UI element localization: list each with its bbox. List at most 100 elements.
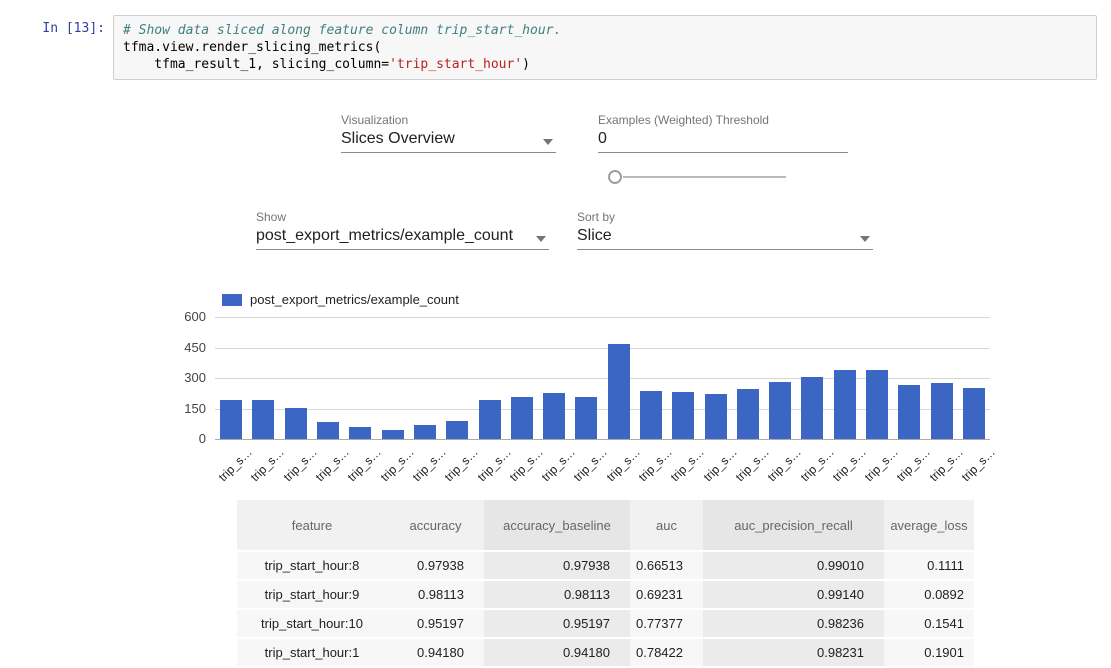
cell-prompt: In [13]: <box>0 21 105 36</box>
threshold-input[interactable]: 0 <box>598 130 848 153</box>
bar-4[interactable] <box>349 427 371 439</box>
y-tick-label: 300 <box>184 370 206 385</box>
x-slot: trip_s… <box>473 442 505 482</box>
bar-slot <box>570 397 602 439</box>
bar-slot <box>926 383 958 439</box>
bar-18[interactable] <box>801 377 823 439</box>
bar-14[interactable] <box>672 392 694 439</box>
metric-cell: 0.99140 <box>703 581 884 608</box>
bar-16[interactable] <box>737 389 759 439</box>
bar-slot <box>215 400 247 439</box>
table-row: trip_start_hour:80.979380.979380.665130.… <box>237 552 974 579</box>
x-slot: trip_s… <box>376 442 408 482</box>
x-slot: trip_s… <box>958 442 990 482</box>
chevron-down-icon <box>536 236 546 242</box>
feature-cell: trip_start_hour:9 <box>237 581 387 608</box>
bar-slot <box>376 430 408 439</box>
code-cell[interactable]: # Show data sliced along feature column … <box>113 15 1097 80</box>
bar-15[interactable] <box>705 394 727 439</box>
bar-5[interactable] <box>382 430 404 439</box>
metric-cell: 0.66513 <box>630 552 703 579</box>
column-header-auc_precision_recall[interactable]: auc_precision_recall <box>703 500 884 550</box>
bar-slot <box>699 394 731 439</box>
x-slot: trip_s… <box>247 442 279 482</box>
x-slot: trip_s… <box>603 442 635 482</box>
metric-cell: 0.1111 <box>884 552 974 579</box>
show-dropdown[interactable]: post_export_metrics/example_count <box>256 227 549 250</box>
x-slot: trip_s… <box>506 442 538 482</box>
bar-19[interactable] <box>834 370 856 439</box>
y-tick-label: 0 <box>199 431 206 446</box>
bar-0[interactable] <box>220 400 242 439</box>
bar-6[interactable] <box>414 425 436 439</box>
bar-8[interactable] <box>479 400 501 439</box>
metric-cell: 0.98113 <box>387 581 484 608</box>
bar-20[interactable] <box>866 370 888 439</box>
plot-area <box>215 317 990 439</box>
x-slot: trip_s… <box>280 442 312 482</box>
column-header-accuracy[interactable]: accuracy <box>387 500 484 550</box>
bar-9[interactable] <box>511 397 533 439</box>
metric-cell: 0.98113 <box>484 581 630 608</box>
x-slot: trip_s… <box>861 442 893 482</box>
bar-22[interactable] <box>931 383 953 439</box>
slider-knob[interactable] <box>608 170 622 184</box>
bar-slot <box>409 425 441 439</box>
visualization-value: Slices Overview <box>341 130 455 147</box>
legend-swatch <box>222 294 242 306</box>
bar-13[interactable] <box>640 391 662 439</box>
y-axis: 6004503001500 <box>170 317 206 439</box>
sort-label: Sort by <box>577 210 615 224</box>
notebook-page: In [13]: # Show data sliced along featur… <box>0 0 1111 668</box>
x-slot: trip_s… <box>699 442 731 482</box>
bar-17[interactable] <box>769 382 791 439</box>
table-row: trip_start_hour:90.981130.981130.692310.… <box>237 581 974 608</box>
bar-23[interactable] <box>963 388 985 439</box>
x-slot: trip_s… <box>409 442 441 482</box>
metric-cell: 0.99010 <box>703 552 884 579</box>
bar-slot <box>247 400 279 439</box>
bar-slot <box>538 393 570 439</box>
code-line2: tfma.view.render_slicing_metrics( <box>123 40 381 55</box>
bar-2[interactable] <box>285 408 307 439</box>
column-header-accuracy_baseline[interactable]: accuracy_baseline <box>484 500 630 550</box>
bar-10[interactable] <box>543 393 565 439</box>
column-header-auc[interactable]: auc <box>630 500 703 550</box>
bar-1[interactable] <box>252 400 274 439</box>
visualization-dropdown[interactable]: Slices Overview <box>341 130 556 153</box>
x-slot: trip_s… <box>344 442 376 482</box>
x-slot: trip_s… <box>796 442 828 482</box>
metric-cell: 0.69231 <box>630 581 703 608</box>
x-slot: trip_s… <box>312 442 344 482</box>
column-header-feature[interactable]: feature <box>237 500 387 550</box>
table-header-row: featureaccuracyaccuracy_baselineaucauc_p… <box>237 500 974 550</box>
chevron-down-icon <box>860 236 870 242</box>
x-slot: trip_s… <box>764 442 796 482</box>
y-tick-label: 600 <box>184 309 206 324</box>
bar-slot <box>473 400 505 439</box>
bar-12[interactable] <box>608 344 630 439</box>
bar-11[interactable] <box>575 397 597 439</box>
y-tick-label: 450 <box>184 340 206 355</box>
sort-dropdown[interactable]: Slice <box>577 227 873 250</box>
metric-cell: 0.1901 <box>884 639 974 666</box>
x-slot: trip_s… <box>829 442 861 482</box>
threshold-slider[interactable] <box>608 169 786 185</box>
visualization-label: Visualization <box>341 113 408 127</box>
show-label: Show <box>256 210 286 224</box>
column-header-average_loss[interactable]: average_loss <box>884 500 974 550</box>
slider-track <box>623 176 786 178</box>
x-slot: trip_s… <box>893 442 925 482</box>
bars <box>215 317 990 439</box>
bar-slot <box>829 370 861 439</box>
metric-cell: 0.94180 <box>484 639 630 666</box>
x-slot: trip_s… <box>926 442 958 482</box>
bar-slot <box>893 385 925 439</box>
bar-7[interactable] <box>446 421 468 439</box>
bar-3[interactable] <box>317 422 339 439</box>
bar-21[interactable] <box>898 385 920 439</box>
metric-cell: 0.1541 <box>884 610 974 637</box>
bar-slot <box>506 397 538 439</box>
code-close-paren: ) <box>522 57 530 72</box>
bar-slot <box>667 392 699 439</box>
